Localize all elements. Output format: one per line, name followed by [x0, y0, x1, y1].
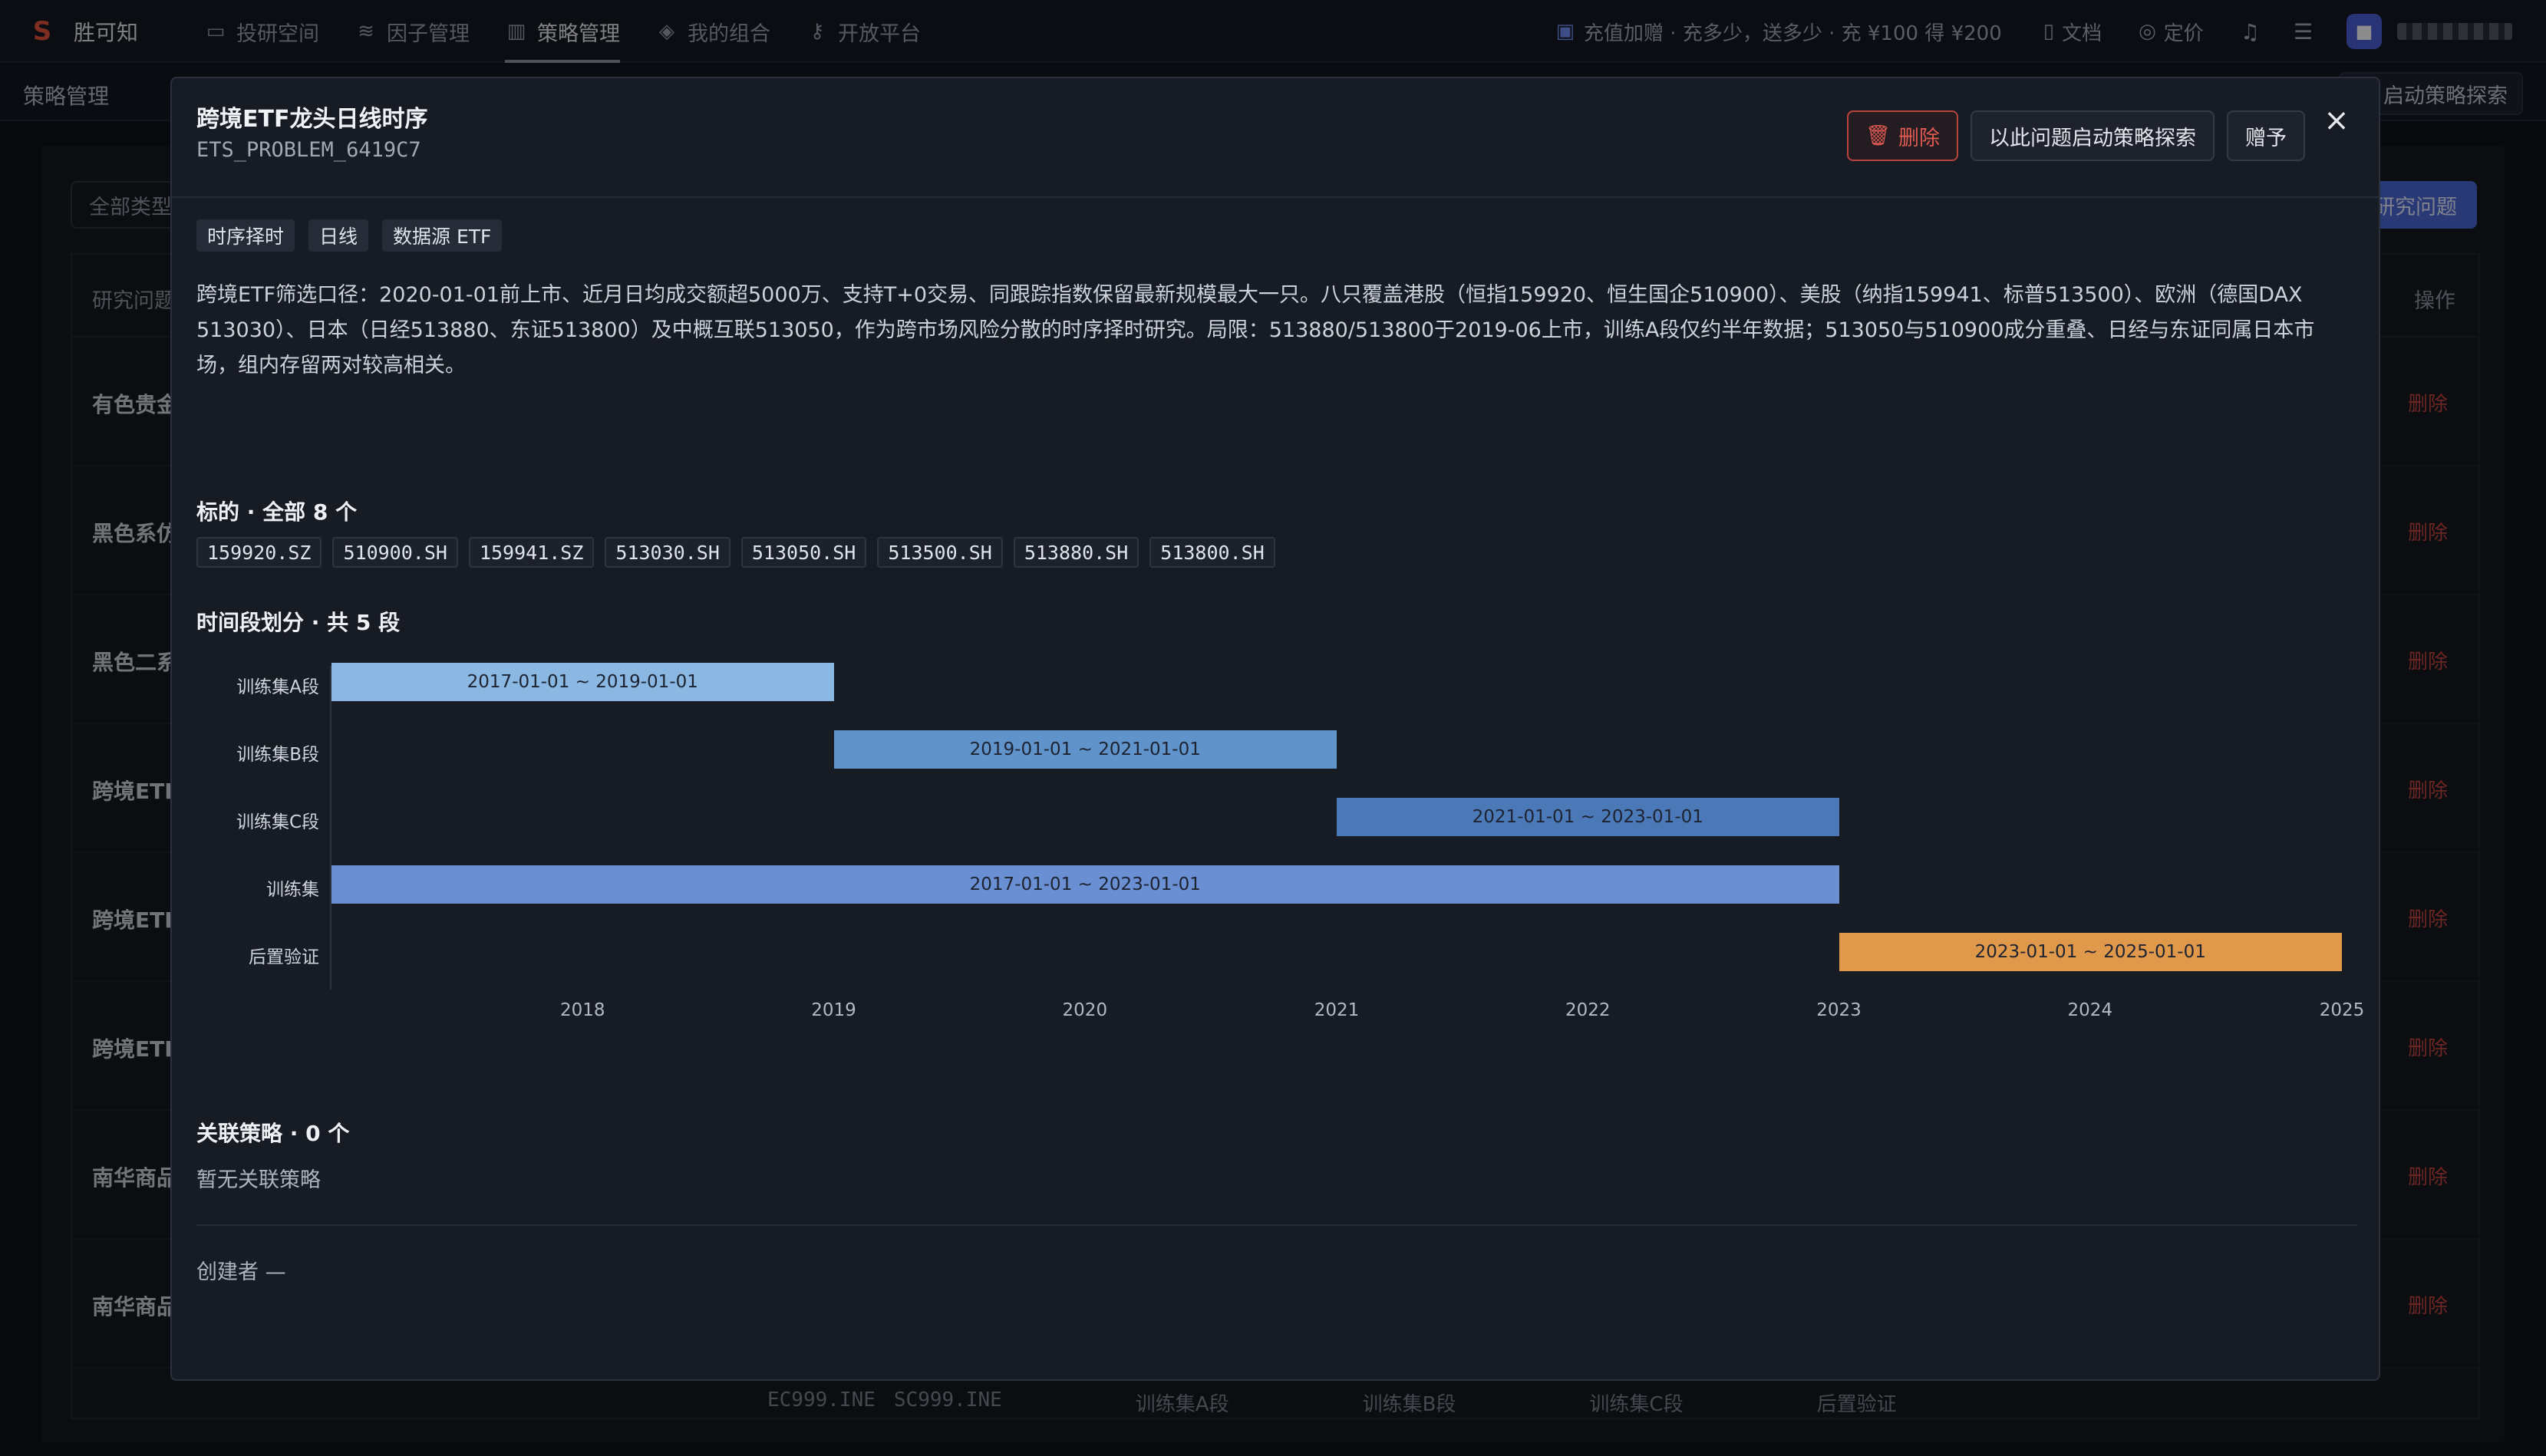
gantt-x-tick: 2022 [1565, 1000, 1611, 1020]
asset-chip: 510900.SH [332, 537, 458, 568]
gantt-x-tick: 2023 [1816, 1000, 1862, 1020]
modal-body: 时序择时 日线 数据源 ETF 跨境ETF筛选口径：2020-01-01前上市、… [196, 219, 2364, 1284]
gantt-bar[interactable]: 2017-01-01 ~ 2023-01-01 [331, 865, 1839, 904]
asset-chip: 513800.SH [1149, 537, 1275, 568]
tag: 日线 [308, 219, 369, 252]
delete-label: 删除 [1898, 126, 1940, 150]
trash-icon: 🗑 [1865, 124, 1891, 147]
gantt-bar[interactable]: 2023-01-01 ~ 2025-01-01 [1839, 933, 2342, 971]
periods-section-title: 时间段划分 · 共 5 段 [196, 610, 401, 635]
gantt-x-tick: 2024 [2067, 1000, 2113, 1020]
close-icon[interactable]: × [2317, 101, 2356, 140]
problem-id: ETS_PROBLEM_6419C7 [196, 138, 421, 162]
gantt-x-tick: 2020 [1062, 1000, 1108, 1020]
problem-description: 跨境ETF筛选口径：2020-01-01前上市、近月日均成交额超5000万、支持… [196, 283, 2315, 377]
gantt-x-tick: 2025 [2319, 1000, 2365, 1020]
gantt-row-label: 后置验证 [249, 947, 319, 967]
asset-chip: 513500.SH [877, 537, 1003, 568]
linked-strategies-empty: 暂无关联策略 [196, 1168, 321, 1192]
problem-detail-modal: 跨境ETF龙头日线时序 ETS_PROBLEM_6419C7 🗑 删除 以此问题… [170, 77, 2380, 1381]
modal-header: 跨境ETF龙头日线时序 ETS_PROBLEM_6419C7 🗑 删除 以此问题… [172, 78, 2379, 198]
asset-chip: 513050.SH [740, 537, 867, 568]
gift-button[interactable]: 赠予 [2227, 110, 2305, 161]
gantt-row-label: 训练集B段 [236, 745, 319, 765]
delete-button[interactable]: 🗑 删除 [1846, 110, 1958, 161]
tag-list: 时序择时 日线 数据源 ETF [196, 219, 2357, 252]
gantt-row-label: 训练集A段 [236, 677, 319, 697]
linked-strategies-title: 关联策略 · 0 个 [196, 1121, 350, 1146]
start-explore-button[interactable]: 以此问题启动策略探索 [1971, 110, 2215, 161]
asset-chip: 513880.SH [1013, 537, 1139, 568]
divider [196, 1224, 2357, 1226]
asset-chip-list: 159920.SZ 510900.SH 159941.SZ 513030.SH … [196, 537, 1286, 568]
gantt-y-axis-line [330, 666, 331, 990]
gantt-bar[interactable]: 2017-01-01 ~ 2019-01-01 [331, 663, 834, 701]
gantt-bar[interactable]: 2019-01-01 ~ 2021-01-01 [833, 730, 1337, 769]
modal-actions: 🗑 删除 以此问题启动策略探索 赠予 [1835, 110, 2305, 161]
period-gantt-chart: 训练集A段 2017-01-01 ~ 2019-01-01 训练集B段 2019-01… [196, 658, 2364, 1020]
modal-title: 跨境ETF龙头日线时序 [196, 106, 428, 133]
creator-info: 创建者 — [196, 1260, 286, 1284]
gantt-x-tick: 2019 [811, 1000, 856, 1020]
tag: 数据源 ETF [382, 219, 503, 252]
gantt-row-label: 训练集C段 [236, 812, 319, 832]
gantt-x-tick: 2018 [559, 1000, 605, 1020]
tag: 时序择时 [196, 219, 295, 252]
gantt-bar[interactable]: 2021-01-01 ~ 2023-01-01 [1337, 798, 1839, 836]
asset-chip: 159920.SZ [196, 537, 322, 568]
assets-section-title: 标的 · 全部 8 个 [196, 499, 358, 525]
gantt-row-label: 训练集 [266, 880, 319, 900]
asset-chip: 159941.SZ [468, 537, 595, 568]
asset-chip: 513030.SH [605, 537, 730, 568]
gantt-x-tick: 2021 [1314, 1000, 1360, 1020]
